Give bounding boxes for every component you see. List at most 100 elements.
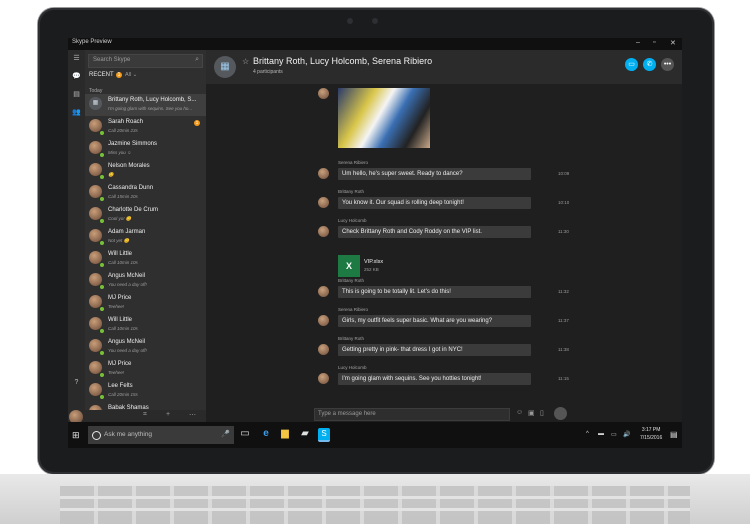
filter-dropdown[interactable]: All ⌄ (125, 72, 137, 78)
task-view-icon[interactable]: ▭ (238, 428, 252, 439)
contact-row[interactable]: Angus McNeil You need a day off! (85, 270, 206, 292)
cortana-search-input[interactable]: Ask me anything 🎤 (88, 426, 234, 444)
search-icon: ⌕ (195, 56, 199, 63)
contact-name: Charlotte De Crum (108, 207, 159, 213)
favorite-star-icon[interactable]: ☆ (242, 57, 249, 66)
online-status-icon (99, 152, 105, 158)
contact-row[interactable]: Lee Felts Call 20min 15s (85, 380, 206, 402)
send-button[interactable] (554, 407, 567, 420)
conversation-title[interactable]: Brittany Roth, Lucy Holcomb, Serena Ribi… (253, 56, 432, 66)
recent-header[interactable]: RECENT 1 (89, 72, 123, 78)
message-bubble[interactable]: Girls, my outfit feels super basic. What… (338, 315, 531, 327)
message-timestamp: 11:32 (558, 289, 569, 294)
contact-row[interactable]: Nelson Morales 😊 (85, 160, 206, 182)
system-clock[interactable]: 3:17 PM 7/15/2016 (640, 426, 662, 442)
sender-avatar (318, 344, 329, 355)
contact-name: MJ Price (108, 295, 132, 301)
new-chat-button[interactable]: + (166, 411, 170, 418)
skype-taskbar-icon[interactable]: S (318, 428, 330, 442)
message-bubble[interactable]: Um hello, he's super sweet. Ready to dan… (338, 168, 531, 180)
message-text: Um hello, he's super sweet. Ready to dan… (342, 171, 463, 177)
contact-last-message: You need a day off! (108, 348, 147, 353)
keyboard-row-divider (60, 496, 690, 499)
contact-last-message: Not yet 😊 (108, 238, 130, 243)
contact-row[interactable]: MJ Price Teehee! (85, 358, 206, 380)
close-button[interactable]: ✕ (670, 39, 676, 47)
message-bubble[interactable]: You know it. Our squad is rolling deep t… (338, 197, 531, 209)
online-status-icon (99, 262, 105, 268)
keyboard-keys (60, 486, 690, 524)
battery-icon[interactable]: ▬ (598, 431, 604, 437)
message-bubble[interactable]: This is going to be totally lit. Let's d… (338, 286, 531, 298)
message-text: I'm going glam with sequins. See you hot… (342, 376, 482, 382)
action-center-icon[interactable]: ▤ (670, 430, 678, 439)
contact-row[interactable]: Will Little Call 10min 10s (85, 314, 206, 336)
contact-last-message: 😊 (108, 172, 114, 177)
audio-call-button[interactable]: ✆ (643, 58, 656, 71)
file-icon[interactable]: ▯ (540, 409, 544, 417)
windows-start-icon[interactable]: ⊞ (72, 430, 80, 441)
contact-last-message: Call 15min 20s (108, 194, 138, 199)
help-icon[interactable]: ? (72, 378, 81, 387)
online-status-icon (99, 284, 105, 290)
online-status-icon (99, 328, 105, 334)
online-status-icon (99, 306, 105, 312)
more-button[interactable]: ••• (661, 58, 674, 71)
contact-last-message: I'm going glam with sequins. See you ho.… (108, 106, 193, 111)
message-timestamp: 11:37 (558, 318, 569, 323)
unread-badge: 1 (194, 120, 200, 126)
sender-avatar (318, 226, 329, 237)
network-icon[interactable]: ▭ (611, 431, 617, 438)
contact-row[interactable]: ▦ Brittany Roth, Lucy Holcomb, S... I'm go… (85, 94, 206, 116)
contact-name: Will Little (108, 251, 133, 257)
image-icon[interactable]: ▣ (528, 409, 535, 417)
nav-rail: ☰ 💬 ▤ 👥 ? (68, 50, 85, 424)
message-text: This is going to be totally lit. Let's d… (342, 289, 451, 295)
contact-last-message: You need a day off! (108, 282, 147, 287)
contact-name: Nelson Morales (108, 163, 150, 169)
contact-row[interactable]: Sarah Roach Call 20min 23s 1 (85, 116, 206, 138)
message-sender: Serena Ribiero (338, 307, 369, 312)
volume-icon[interactable]: 🔊 (623, 431, 630, 438)
message-input[interactable]: Type a message here (314, 408, 510, 421)
store-icon[interactable]: ▰ (298, 428, 312, 439)
file-explorer-icon[interactable]: ▆ (278, 428, 292, 439)
contact-row[interactable]: Will Little Call 10min 10s (85, 248, 206, 270)
contact-row[interactable]: MJ Price Teehee! (85, 292, 206, 314)
contact-row[interactable]: Charlotte De Crum Cool yo! 😊 (85, 204, 206, 226)
shared-photo[interactable] (338, 88, 430, 148)
search-input[interactable]: Search Skype ⌕ (88, 54, 203, 68)
emoji-icon[interactable]: ☺ (516, 409, 523, 416)
contact-row[interactable]: Cassandra Dunn Call 15min 20s (85, 182, 206, 204)
message-sender: Lucy Holcomb (338, 218, 367, 223)
message-bubble[interactable]: I'm going glam with sequins. See you hot… (338, 373, 531, 385)
contact-row[interactable]: Angus McNeil You need a day off! (85, 336, 206, 358)
recent-chats-icon[interactable]: 💬 (72, 72, 81, 81)
contact-name: Cassandra Dunn (108, 185, 154, 191)
contacts-icon[interactable]: 👥 (72, 108, 81, 117)
dialpad-button[interactable]: ⌗ (143, 411, 147, 419)
message-bubble[interactable]: Check Brittany Roth and Cody Roddy on th… (338, 226, 531, 238)
minimize-button[interactable]: – (636, 39, 640, 46)
message-timestamp: 11:15 (558, 376, 569, 381)
search-placeholder: Search Skype (93, 57, 131, 63)
video-call-button[interactable]: ▭ (625, 58, 638, 71)
contact-last-message: Teehee! (108, 370, 125, 375)
edge-browser-icon[interactable]: e (259, 428, 273, 439)
contact-row[interactable]: Jazmine Simmons Miss you ☺ (85, 138, 206, 160)
contact-name: Adam Jarman (108, 229, 146, 235)
clock-date: 7/15/2016 (640, 435, 663, 441)
microphone-icon[interactable]: 🎤 (221, 430, 230, 438)
file-attachment[interactable]: X VIP.xlsx 252 KB (338, 254, 408, 278)
show-hidden-icons[interactable]: ^ (586, 431, 589, 437)
participants-link[interactable]: 4 participants (253, 69, 283, 75)
group-avatar-icon[interactable]: ▦ (214, 56, 236, 78)
contact-name: Lee Felts (108, 383, 133, 389)
more-options-button[interactable]: ⋯ (189, 411, 196, 419)
message-bubble[interactable]: Getting pretty in pink- that dress I got… (338, 344, 531, 356)
message-text: Check Brittany Roth and Cody Roddy on th… (342, 229, 482, 235)
maximize-button[interactable]: ▫ (653, 39, 655, 46)
contact-row[interactable]: Adam Jarman Not yet 😊 (85, 226, 206, 248)
menu-icon[interactable]: ☰ (72, 54, 81, 63)
dialpad-icon[interactable]: ▤ (72, 90, 81, 99)
